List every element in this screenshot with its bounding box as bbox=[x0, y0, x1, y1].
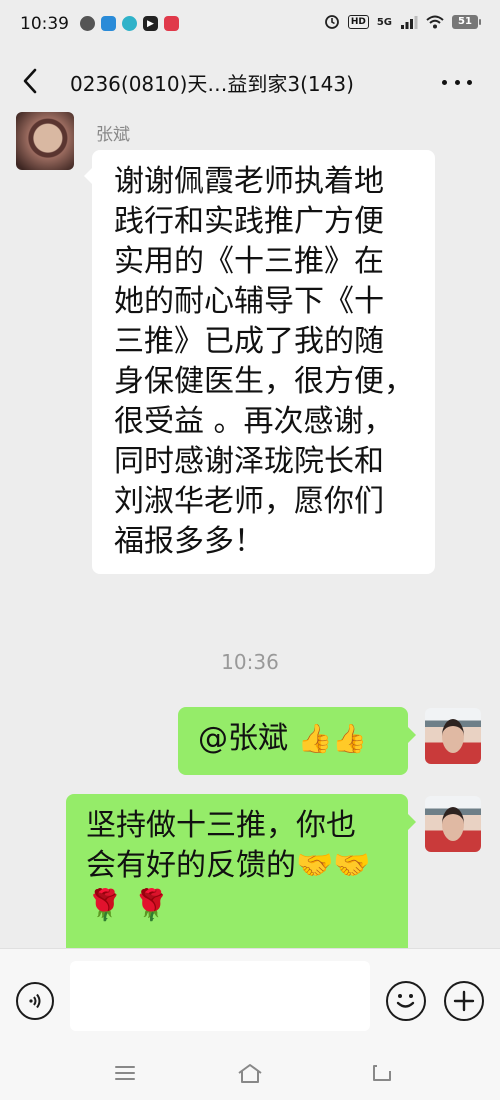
voice-button[interactable] bbox=[16, 982, 54, 1020]
battery-icon: 51 bbox=[452, 15, 481, 29]
message-line: 身保健医生，很方便， bbox=[114, 364, 414, 399]
message-line: 实用的《十三推》在 bbox=[114, 244, 384, 279]
network-type: 5G bbox=[376, 16, 392, 28]
status-indicators: HD 5G 51 bbox=[324, 14, 481, 30]
message-timestamp: 10:36 bbox=[221, 650, 279, 674]
input-bar bbox=[0, 948, 500, 1048]
message-line: 刘淑华老师，愿你们 bbox=[114, 484, 384, 519]
message-bubble-outgoing[interactable]: 坚持做十三推，你也 会有好的反馈的🤝🤝 🌹 🌹 bbox=[66, 794, 416, 950]
shopping-notification-icon bbox=[164, 16, 179, 31]
menu-icon bbox=[115, 1066, 135, 1080]
emoji-smile-icon bbox=[396, 994, 415, 1008]
chat-title: 0236(0810)天…益到家3(143) bbox=[70, 72, 354, 96]
more-button[interactable] bbox=[442, 72, 472, 92]
message-line: 很受益 。再次感谢， bbox=[114, 404, 394, 439]
chat-header: 0236(0810)天…益到家3(143) bbox=[0, 52, 500, 110]
hd-icon: HD bbox=[347, 15, 369, 29]
message-line: 🌹 🌹 bbox=[86, 888, 171, 923]
back-icon bbox=[373, 1065, 391, 1081]
browser-notification-icon bbox=[122, 16, 137, 31]
message-bubble-outgoing[interactable]: @张斌 👍👍 bbox=[178, 707, 416, 775]
home-icon bbox=[238, 1064, 262, 1083]
message-bubble-incoming[interactable]: 谢谢佩霞老师执着地 践行和实践推广方便 实用的《十三推》在 她的耐心辅导下《十 … bbox=[84, 150, 435, 574]
chevron-left-icon bbox=[23, 68, 37, 94]
nav-home-button[interactable] bbox=[235, 1060, 265, 1086]
avatar-zhangbin[interactable] bbox=[16, 112, 74, 170]
back-button[interactable] bbox=[14, 64, 46, 98]
mention-text: @张斌 bbox=[198, 721, 288, 756]
plus-button[interactable] bbox=[444, 981, 484, 1021]
message-line: 福报多多！ bbox=[114, 524, 264, 559]
signal-icon bbox=[401, 16, 418, 29]
message-line: 三推》已成了我的随 bbox=[114, 324, 384, 359]
sender-name: 张斌 bbox=[96, 125, 130, 145]
app-notification-icon bbox=[101, 16, 116, 31]
message-line: 坚持做十三推，你也 bbox=[86, 808, 356, 843]
wifi-icon bbox=[426, 15, 444, 29]
video-notification-icon: ▶ bbox=[143, 16, 158, 31]
plus-icon bbox=[453, 990, 475, 1012]
message-line: 她的耐心辅导下《十 bbox=[114, 284, 384, 319]
status-time: 10:39 bbox=[20, 14, 69, 34]
system-nav-bar bbox=[0, 1048, 500, 1100]
chat-notification-icon bbox=[80, 16, 95, 31]
alarm-icon bbox=[324, 15, 339, 29]
message-line: 会有好的反馈的🤝🤝 bbox=[86, 848, 371, 883]
message-line: 谢谢佩霞老师执着地 bbox=[114, 164, 384, 199]
avatar-self[interactable] bbox=[425, 796, 481, 852]
notification-icons: ▶ bbox=[80, 16, 179, 31]
thumbs-up-emoji: 👍👍 bbox=[297, 722, 368, 755]
message-list[interactable]: 张斌 谢谢佩霞老师执着地 践行和实践推广方便 实用的《十三推》在 她的耐心辅导下… bbox=[0, 110, 500, 950]
message-line: 同时感谢泽珑院长和 bbox=[114, 444, 384, 479]
message-input[interactable] bbox=[70, 961, 370, 1031]
emoji-button[interactable] bbox=[386, 981, 426, 1021]
message-line: 践行和实践推广方便 bbox=[114, 204, 384, 239]
nav-back-button[interactable] bbox=[367, 1060, 397, 1086]
avatar-self[interactable] bbox=[425, 708, 481, 764]
nav-menu-button[interactable] bbox=[110, 1060, 140, 1086]
voice-icon bbox=[29, 993, 41, 1009]
more-dots-icon bbox=[442, 79, 447, 85]
status-bar: 10:39 ▶ HD 5G 51 bbox=[0, 0, 500, 52]
